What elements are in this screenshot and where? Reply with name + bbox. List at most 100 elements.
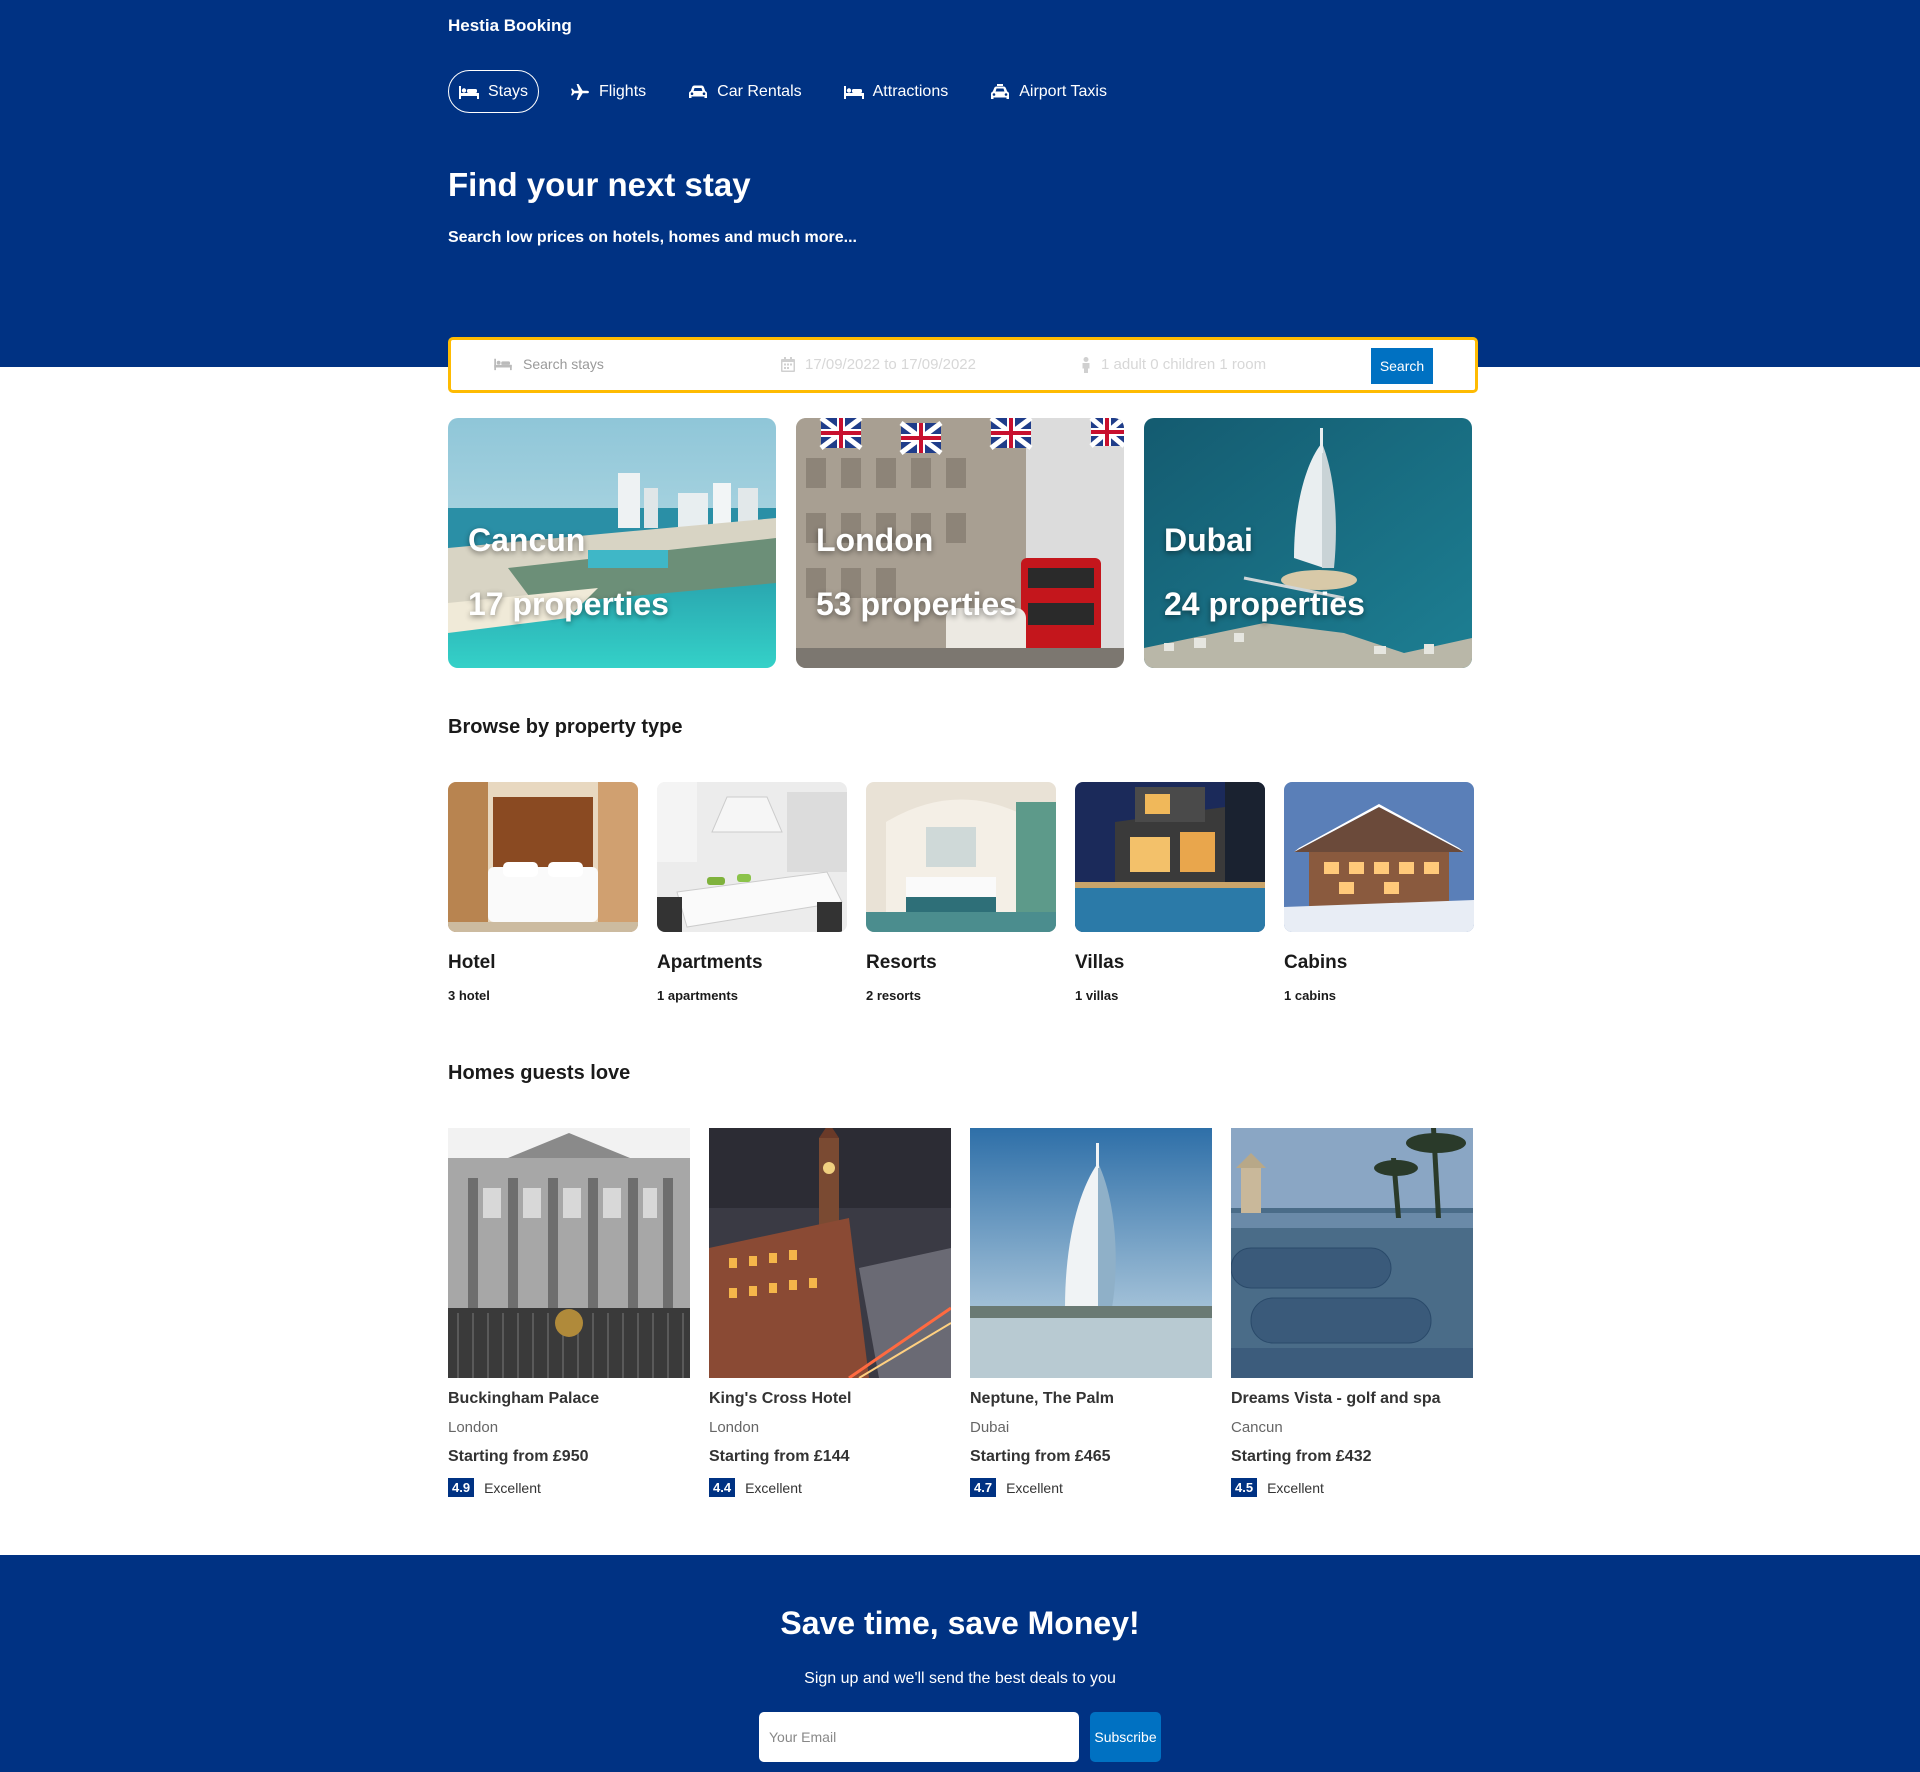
property-type-count: 2 resorts: [866, 988, 921, 1003]
home-location: Dubai: [970, 1419, 1010, 1436]
home-name: King's Cross Hotel: [709, 1390, 852, 1407]
nav-item-label: Airport Taxis: [1019, 82, 1107, 100]
homes-title: Homes guests love: [448, 1062, 631, 1084]
main-nav: Stays Flights Car Rentals Attractions Ai…: [448, 70, 1118, 113]
property-type-name: Villas: [1075, 952, 1125, 973]
nav-item-attractions[interactable]: Attractions: [833, 70, 960, 113]
home-rating: 4.7 Excellent: [970, 1478, 1212, 1497]
home-card-buckingham-palace[interactable]: Buckingham Palace London Starting from £…: [448, 1128, 690, 1497]
person-icon: [1081, 356, 1091, 373]
home-location: London: [709, 1419, 760, 1436]
newsletter: Save time, save Money! Sign up and we'll…: [0, 1555, 1920, 1772]
rating-score: 4.4: [709, 1478, 736, 1497]
featured-card-dubai[interactable]: Dubai 24 properties: [1144, 418, 1472, 668]
apartments-image: [657, 782, 847, 932]
property-type-villas[interactable]: Villas 1 villas: [1075, 782, 1265, 1003]
header: Hestia Booking Stays Flights Car Rentals…: [0, 0, 1920, 367]
destination-placeholder: Search stays: [523, 356, 604, 372]
property-type-resorts[interactable]: Resorts 2 resorts: [866, 782, 1056, 1003]
home-card-kings-cross-hotel[interactable]: King's Cross Hotel London Starting from …: [709, 1128, 951, 1497]
rating-score: 4.9: [448, 1478, 475, 1497]
nav-item-label: Attractions: [872, 82, 949, 100]
search-button[interactable]: Search: [1371, 348, 1433, 384]
home-rating: 4.5 Excellent: [1231, 1478, 1473, 1497]
guests-field[interactable]: 1 adult 0 children 1 room: [1081, 356, 1266, 373]
nav-item-car-rentals[interactable]: Car Rentals: [677, 70, 812, 113]
rating-label: Excellent: [1267, 1479, 1324, 1496]
home-name: Buckingham Palace: [448, 1390, 600, 1407]
property-type-cabins[interactable]: Cabins 1 cabins: [1284, 782, 1474, 1003]
property-type-name: Hotel: [448, 952, 496, 973]
destination-field[interactable]: Search stays: [493, 356, 604, 372]
featured-card-cancun[interactable]: Cancun 17 properties: [448, 418, 776, 668]
nav-item-label: Stays: [488, 82, 529, 100]
rating-score: 4.7: [970, 1478, 997, 1497]
home-location: London: [448, 1419, 499, 1436]
property-type-count: 3 hotel: [448, 988, 490, 1003]
hero-title: Find your next stay: [448, 166, 751, 203]
home-card-neptune-the-palm[interactable]: Neptune, The Palm Dubai Starting from £4…: [970, 1128, 1212, 1497]
home-location: Cancun: [1231, 1419, 1283, 1436]
buckingham-palace-image: [448, 1128, 690, 1378]
property-type-hotel[interactable]: Hotel 3 hotel: [448, 782, 638, 1003]
property-types-title: Browse by property type: [448, 716, 683, 738]
home-price: Starting from £465: [970, 1448, 1111, 1465]
home-card-dreams-vista[interactable]: Dreams Vista - golf and spa Cancun Start…: [1231, 1128, 1473, 1497]
property-type-count: 1 cabins: [1284, 988, 1337, 1003]
calendar-icon: [781, 357, 795, 372]
dreams-vista-image: [1231, 1128, 1473, 1378]
date-field[interactable]: 17/09/2022 to 17/09/2022: [781, 356, 976, 373]
property-types-list: Hotel 3 hotel Apartments 1 apartments Re…: [448, 782, 1474, 1012]
guests-summary: 1 adult 0 children 1 room: [1101, 356, 1267, 373]
villas-image: [1075, 782, 1265, 932]
neptune-the-palm-image: [970, 1128, 1212, 1378]
home-price: Starting from £144: [709, 1448, 850, 1465]
featured-city: Dubai: [1164, 522, 1253, 558]
email-field[interactable]: [759, 1712, 1079, 1762]
cabins-image: [1284, 782, 1474, 932]
nav-item-airport-taxis[interactable]: Airport Taxis: [979, 70, 1118, 113]
property-type-count: 1 apartments: [657, 988, 738, 1003]
search-bar: Search stays 17/09/2022 to 17/09/2022 1 …: [448, 337, 1478, 393]
featured-count: 24 properties: [1164, 586, 1365, 622]
hero-subtitle: Search low prices on hotels, homes and m…: [448, 229, 857, 246]
rating-label: Excellent: [745, 1479, 802, 1496]
home-name: Neptune, The Palm: [970, 1390, 1115, 1407]
featured-cities: Cancun 17 properties London 53 propertie…: [448, 418, 1472, 668]
property-type-name: Cabins: [1284, 952, 1348, 973]
rating-label: Excellent: [1006, 1479, 1063, 1496]
newsletter-title: Save time, save Money!: [780, 1605, 1140, 1641]
nav-item-label: Car Rentals: [717, 82, 802, 100]
property-type-apartments[interactable]: Apartments 1 apartments: [657, 782, 847, 1003]
plane-icon: [570, 83, 590, 100]
home-price: Starting from £432: [1231, 1448, 1372, 1465]
newsletter-subtitle: Sign up and we'll send the best deals to…: [804, 1670, 1116, 1687]
brand-logo[interactable]: Hestia Booking: [448, 16, 572, 36]
rating-score: 4.5: [1231, 1478, 1258, 1497]
bed-icon: [459, 84, 479, 100]
kings-cross-hotel-image: [709, 1128, 951, 1378]
resorts-image: [866, 782, 1056, 932]
property-type-name: Resorts: [866, 952, 937, 973]
property-type-name: Apartments: [657, 952, 763, 973]
featured-city: Cancun: [468, 522, 586, 558]
homes-list: Buckingham Palace London Starting from £…: [448, 1128, 1473, 1508]
subscribe-button[interactable]: Subscribe: [1090, 1712, 1161, 1762]
home-price: Starting from £950: [448, 1448, 589, 1465]
nav-item-stays[interactable]: Stays: [448, 70, 540, 113]
hotel-image: [448, 782, 638, 932]
home-rating: 4.4 Excellent: [709, 1478, 951, 1497]
featured-count: 53 properties: [816, 586, 1017, 622]
car-icon: [688, 84, 708, 100]
home-name: Dreams Vista - golf and spa: [1231, 1390, 1441, 1407]
featured-card-london[interactable]: London 53 properties: [796, 418, 1124, 668]
bed-icon: [843, 84, 864, 100]
date-range: 17/09/2022 to 17/09/2022: [805, 356, 976, 373]
home-rating: 4.9 Excellent: [448, 1478, 690, 1497]
nav-item-flights[interactable]: Flights: [559, 70, 657, 113]
nav-item-label: Flights: [599, 82, 647, 100]
taxi-icon: [990, 83, 1010, 100]
rating-label: Excellent: [484, 1479, 541, 1496]
bed-icon: [493, 357, 513, 371]
property-type-count: 1 villas: [1075, 988, 1119, 1003]
